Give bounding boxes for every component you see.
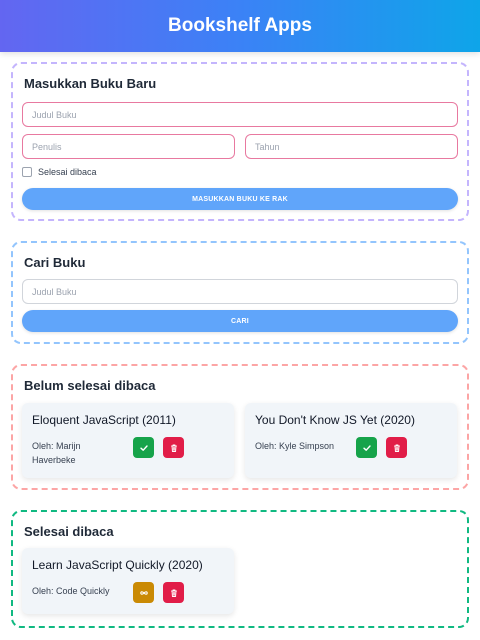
check-icon	[362, 444, 371, 451]
book-item: Learn JavaScript Quickly (2020) Oleh: Co…	[22, 548, 234, 614]
book-author-input[interactable]	[22, 134, 235, 159]
delete-button[interactable]	[386, 437, 407, 458]
delete-button[interactable]	[163, 582, 184, 603]
app-header: Bookshelf Apps	[0, 0, 480, 52]
is-complete-label: Selesai dibaca	[38, 167, 97, 177]
search-button[interactable]: CARI	[22, 310, 458, 332]
book-year-input[interactable]	[245, 134, 458, 159]
complete-button[interactable]	[133, 437, 154, 458]
input-section-title: Masukkan Buku Baru	[24, 76, 157, 91]
delete-button[interactable]	[163, 437, 184, 458]
trash-icon	[170, 444, 177, 452]
is-complete-checkbox[interactable]	[22, 167, 32, 177]
check-icon	[139, 444, 148, 451]
book-item: You Don't Know JS Yet (2020) Oleh: Kyle …	[245, 403, 457, 478]
trash-icon	[393, 444, 400, 452]
undo-icon	[139, 590, 148, 595]
submit-book-button[interactable]: MASUKKAN BUKU KE RAK	[22, 188, 458, 210]
book-item-author: Oleh: Kyle Simpson	[255, 441, 335, 451]
book-item-author: Oleh: Code Quickly	[32, 586, 110, 596]
search-section-title: Cari Buku	[24, 255, 86, 270]
is-complete-row[interactable]: Selesai dibaca	[22, 167, 97, 177]
book-title-input[interactable]	[22, 102, 458, 127]
unread-section-title: Belum selesai dibaca	[24, 378, 156, 393]
app-title: Bookshelf Apps	[168, 15, 312, 36]
book-item-title: Eloquent JavaScript (2011)	[32, 413, 176, 427]
book-item-author: Oleh: Marijn Haverbeke	[32, 441, 81, 465]
unread-bookshelf: Belum selesai dibaca Eloquent JavaScript…	[11, 364, 469, 490]
undo-button[interactable]	[133, 582, 154, 603]
book-item: Eloquent JavaScript (2011) Oleh: Marijn …	[22, 403, 234, 478]
complete-button[interactable]	[356, 437, 377, 458]
book-item-title: Learn JavaScript Quickly (2020)	[32, 558, 203, 572]
search-input[interactable]	[22, 279, 458, 304]
book-item-title: You Don't Know JS Yet (2020)	[255, 413, 415, 427]
read-section-title: Selesai dibaca	[24, 524, 114, 539]
search-book-section: Cari Buku CARI	[11, 241, 469, 344]
read-bookshelf: Selesai dibaca Learn JavaScript Quickly …	[11, 510, 469, 628]
trash-icon	[170, 589, 177, 597]
input-book-section: Masukkan Buku Baru Selesai dibaca MASUKK…	[11, 62, 469, 221]
